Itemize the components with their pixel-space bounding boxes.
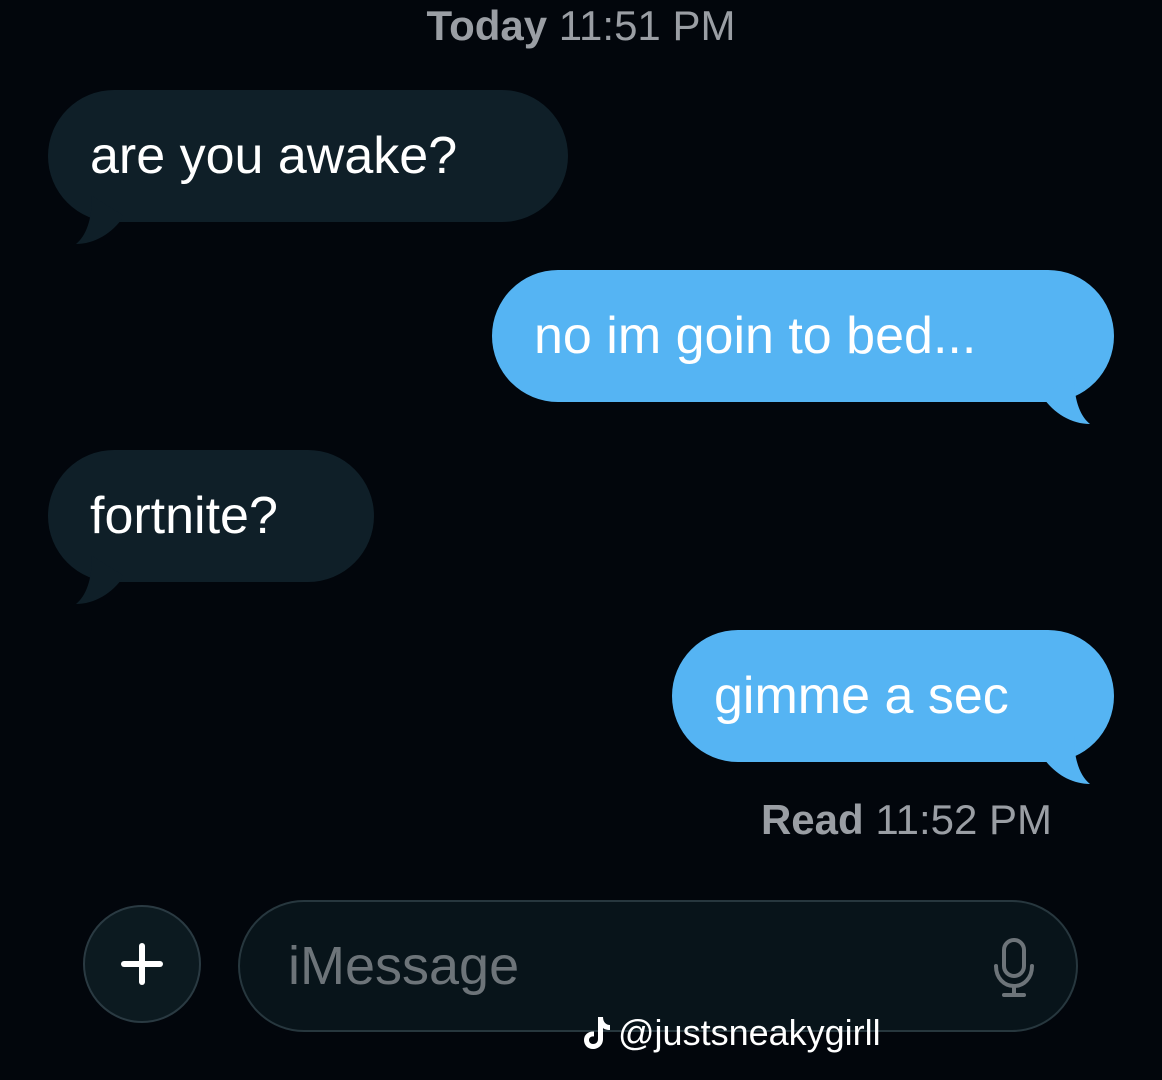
message-text: no im goin to bed... <box>534 307 977 365</box>
message-text: gimme a sec <box>714 667 1009 725</box>
read-receipt: Read 11:52 PM <box>761 796 1052 844</box>
bubble-tail-outgoing <box>1042 736 1090 784</box>
mic-icon[interactable] <box>992 938 1036 998</box>
tiktok-logo-icon <box>584 1017 610 1049</box>
timestamp-day: Today <box>426 2 548 49</box>
bubble-tail-outgoing <box>1042 376 1090 424</box>
conversation-timestamp: Today 11:51 PM <box>0 2 1162 50</box>
message-text: are you awake? <box>90 127 458 185</box>
bubble-tail-incoming <box>76 556 124 604</box>
watermark: @justsneakygirll <box>582 1012 881 1054</box>
add-attachment-button[interactable] <box>83 905 201 1023</box>
watermark-handle: @justsneakygirll <box>618 1012 881 1053</box>
bubble-tail-incoming <box>76 196 124 244</box>
message-bubble-outgoing[interactable]: no im goin to bed... <box>492 270 1114 402</box>
plus-icon <box>121 943 163 985</box>
read-status: Read <box>760 796 864 843</box>
message-text: fortnite? <box>90 487 278 545</box>
message-input-placeholder: iMessage <box>288 936 520 996</box>
timestamp-time: 11:51 PM <box>558 2 736 49</box>
read-time: 11:52 PM <box>875 796 1052 843</box>
